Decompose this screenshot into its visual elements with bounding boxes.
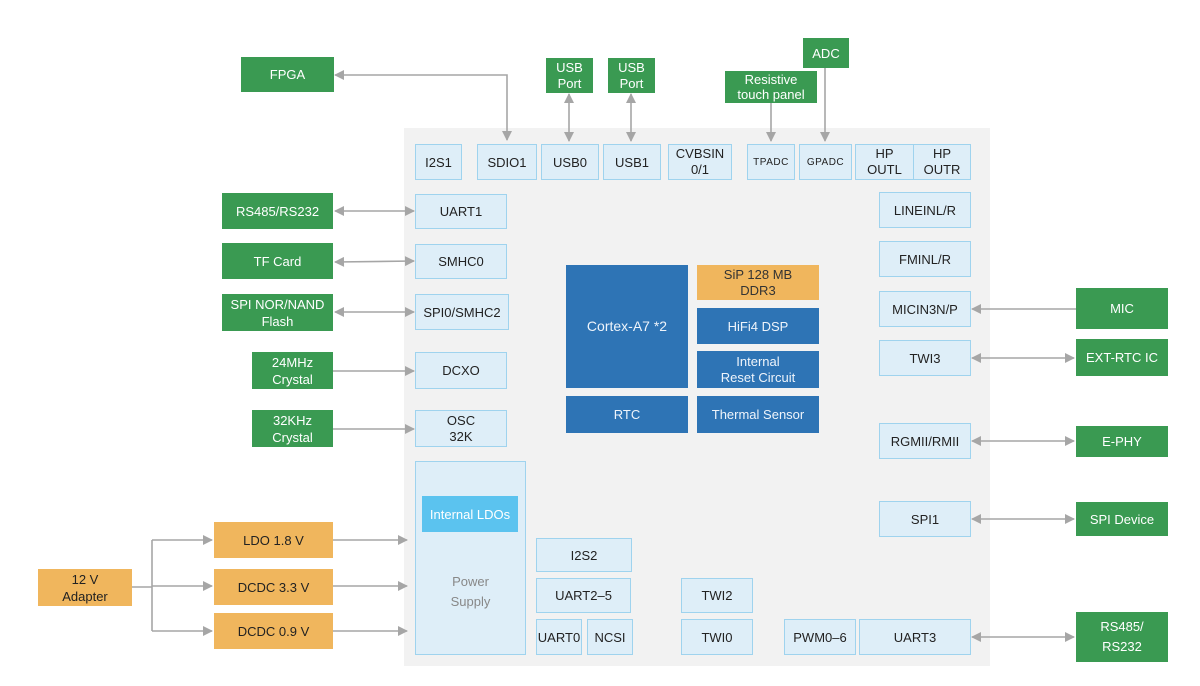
internal-ldos-box: Internal LDOs (422, 496, 518, 532)
sdio1-block: SDIO1 (477, 144, 537, 180)
wire-fpga-sdio1 (334, 70, 512, 141)
usb1-block: USB1 (603, 144, 661, 180)
osc32k-block: OSC 32K (415, 410, 507, 447)
reset-circuit-block: Internal Reset Circuit (697, 351, 819, 388)
i2s2-block: I2S2 (536, 538, 632, 572)
crystal-32khz-box: 32KHz Crystal (252, 410, 333, 447)
rs485-rs232-right-box: RS485/ RS232 (1076, 612, 1168, 662)
i2s1-block: I2S1 (415, 144, 462, 180)
uart3-block: UART3 (859, 619, 971, 655)
twi0-block: TWI0 (681, 619, 753, 655)
micin-block: MICIN3N/P (879, 291, 971, 327)
hp-outl-block: HP OUTL (855, 144, 914, 180)
pwm-block: PWM0–6 (784, 619, 856, 655)
cvbsin-block: CVBSIN 0/1 (668, 144, 732, 180)
tpadc-block: TPADC (747, 144, 795, 180)
spi-device-box: SPI Device (1076, 502, 1168, 536)
dcxo-block: DCXO (415, 352, 507, 389)
smhc0-block: SMHC0 (415, 244, 507, 279)
rs485-rs232-left-box: RS485/RS232 (222, 193, 333, 229)
rgmii-block: RGMII/RMII (879, 423, 971, 459)
power-supply-label: Power Supply (450, 574, 491, 609)
spi0-smhc2-block: SPI0/SMHC2 (415, 294, 509, 330)
crystal-24mhz-box: 24MHz Crystal (252, 352, 333, 389)
usb0-block: USB0 (541, 144, 599, 180)
twi2-block: TWI2 (681, 578, 753, 613)
ext-rtc-ic-box: EXT-RTC IC (1076, 339, 1168, 376)
adapter-12v-box: 12 V Adapter (38, 569, 132, 606)
wire-tf-smhc0 (334, 256, 415, 267)
twi3-block: TWI3 (879, 340, 971, 376)
rtc-block: RTC (566, 396, 688, 433)
uart2-5-block: UART2–5 (536, 578, 631, 613)
hifi4-dsp-block: HiFi4 DSP (697, 308, 819, 344)
fpga-box: FPGA (241, 57, 334, 92)
ddr3-block: SiP 128 MB DDR3 (697, 265, 819, 300)
cortex-a7-block: Cortex-A7 *2 (566, 265, 688, 388)
fmin-block: FMINL/R (879, 241, 971, 277)
mic-box: MIC (1076, 288, 1168, 329)
thermal-sensor-block: Thermal Sensor (697, 396, 819, 433)
uart1-block: UART1 (415, 194, 507, 229)
usb-port-1-box: USB Port (608, 58, 655, 93)
spi-flash-box: SPI NOR/NAND Flash (222, 294, 333, 331)
spi1-block: SPI1 (879, 501, 971, 537)
dcdc-3v3-box: DCDC 3.3 V (214, 569, 333, 605)
resistive-touch-panel-box: Resistive touch panel (725, 71, 817, 103)
tf-card-box: TF Card (222, 243, 333, 279)
gpadc-block: GPADC (799, 144, 852, 180)
adc-box: ADC (803, 38, 849, 68)
dcdc-0v9-box: DCDC 0.9 V (214, 613, 333, 649)
power-supply-box (415, 461, 526, 655)
ephy-box: E-PHY (1076, 426, 1168, 457)
ncsi-block: NCSI (587, 619, 633, 655)
uart0-block: UART0 (536, 619, 582, 655)
usb-port-0-box: USB Port (546, 58, 593, 93)
hp-outr-block: HP OUTR (913, 144, 971, 180)
linein-block: LINEINL/R (879, 192, 971, 228)
ldo-1v8-box: LDO 1.8 V (214, 522, 333, 558)
